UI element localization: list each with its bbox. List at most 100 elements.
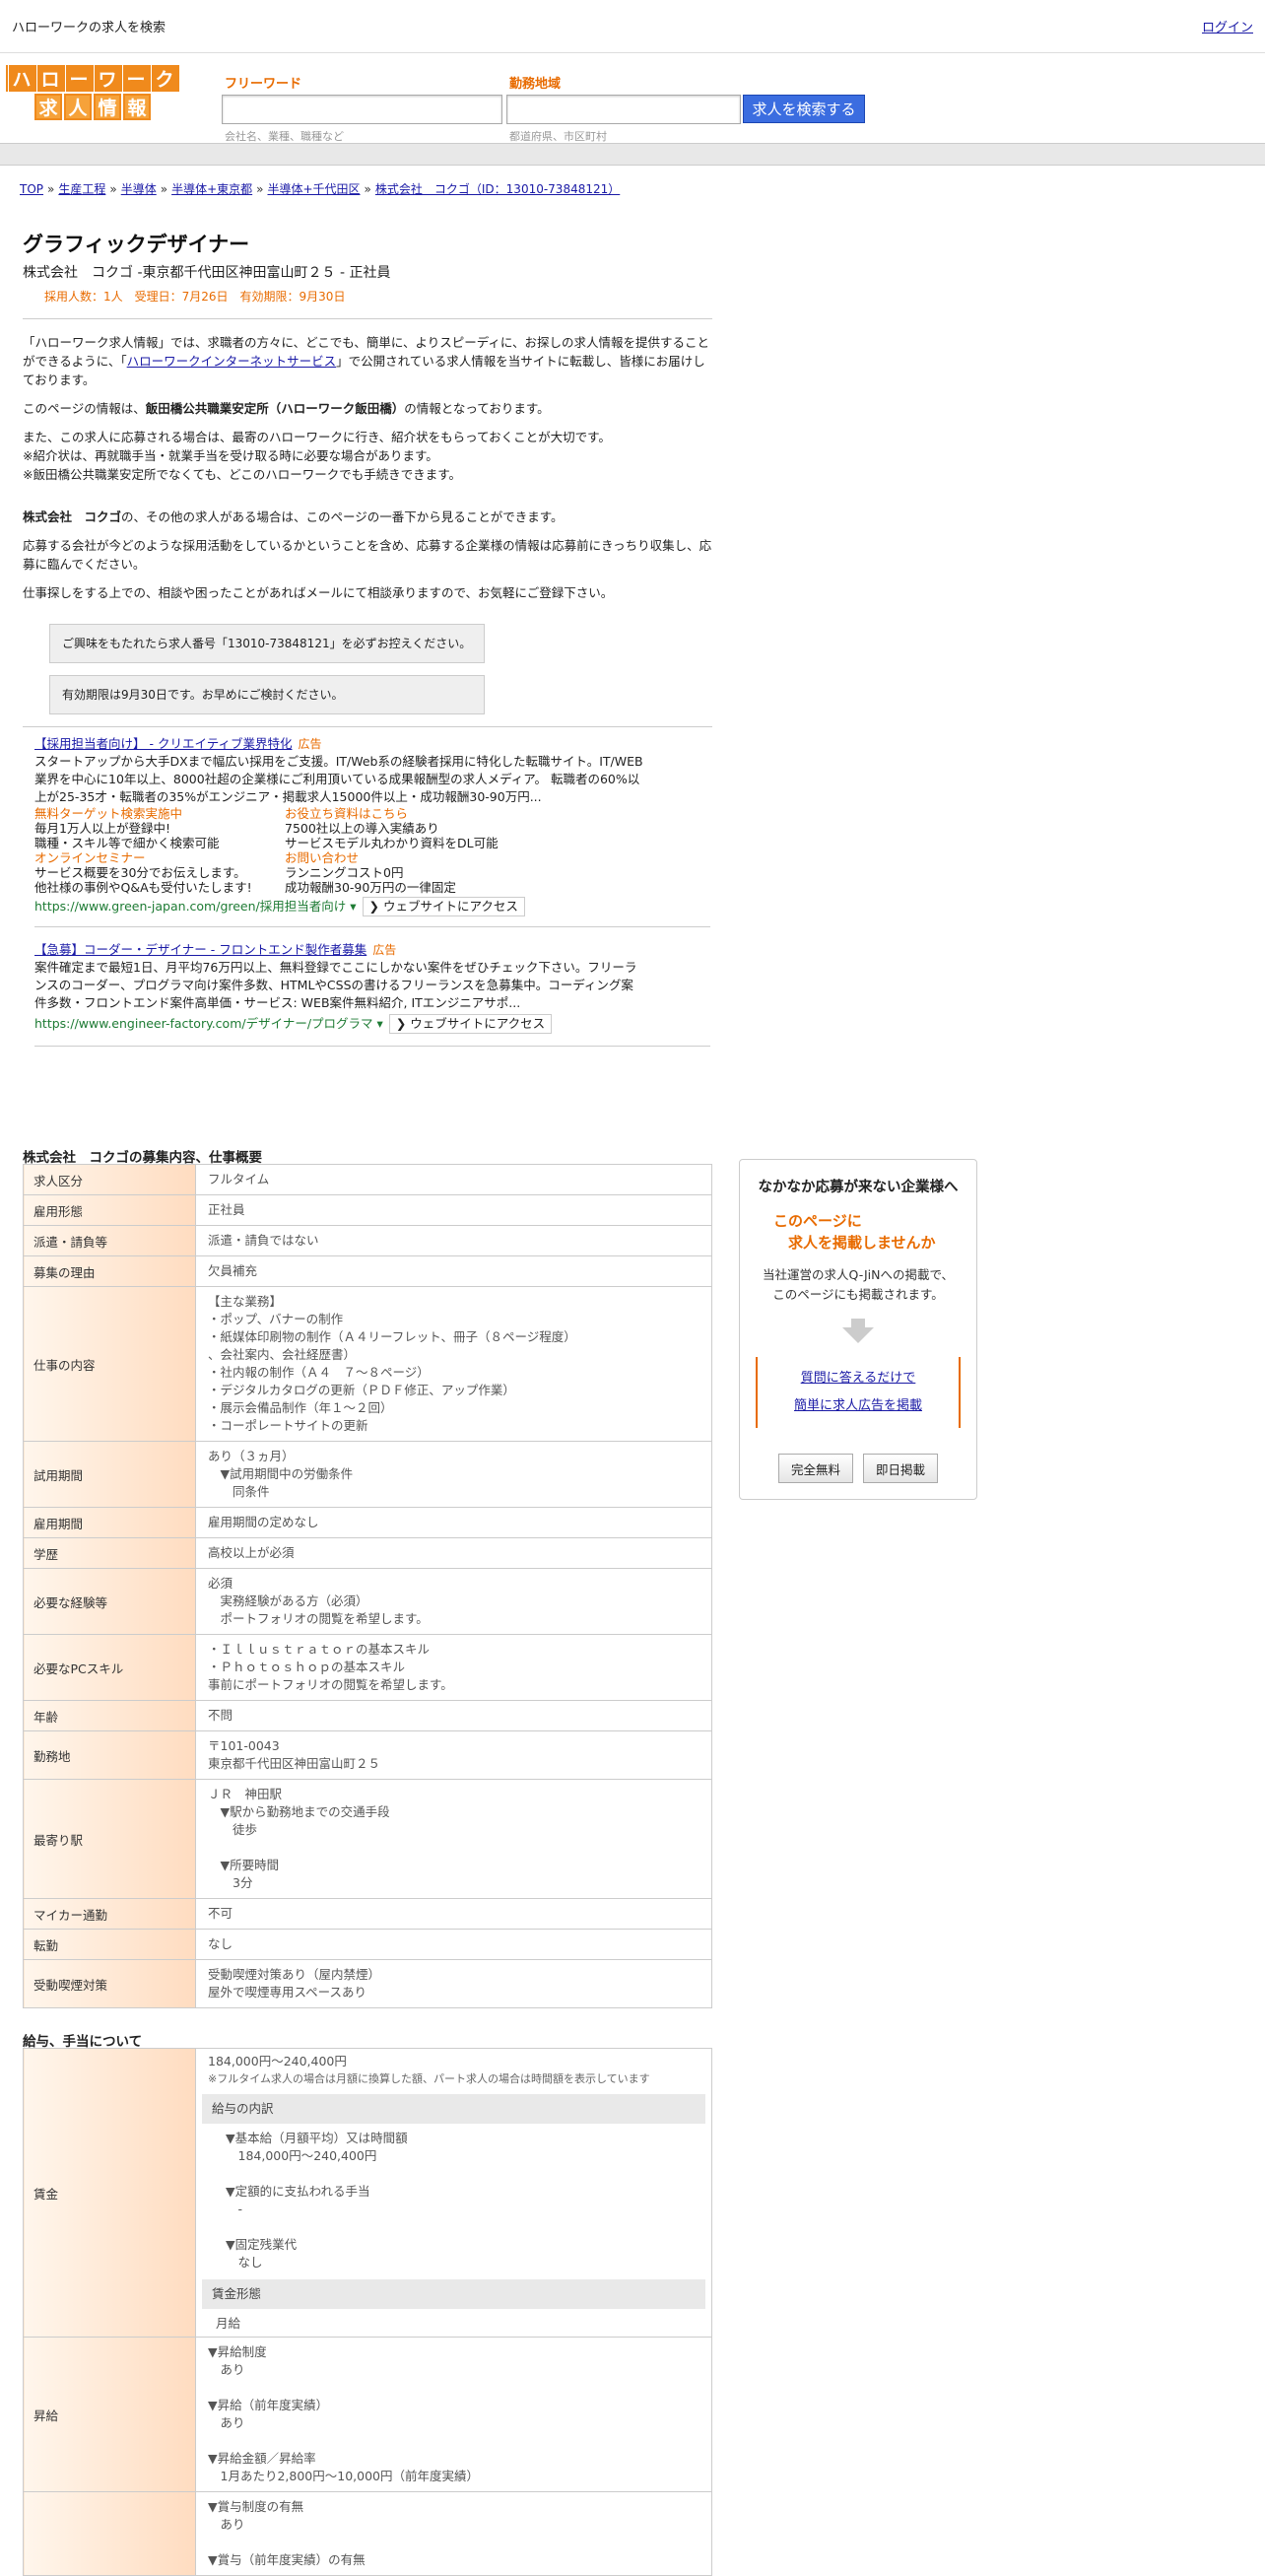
intro-text: の、その他の求人がある場合は、このページの一番下から見ることができます。	[121, 509, 564, 524]
logo-char: 報	[123, 94, 151, 120]
table-row: 賃金 184,000円〜240,400円 ※フルタイム求人の場合は月額に換算した…	[23, 2048, 712, 2338]
breadcrumb-separator: »	[364, 182, 371, 196]
row-value: 【主な業務】 ・ポップ、バナーの制作 ・紙媒体印刷物の制作（Ａ４リーフレット、冊…	[195, 1286, 712, 1442]
row-header: 最寄り駅	[23, 1779, 196, 1899]
keyword-label: フリーワード	[225, 77, 302, 92]
salary-section-title: 給与、手当について	[23, 2034, 143, 2050]
breadcrumb-city[interactable]: 半導体+千代田区	[267, 182, 360, 196]
ad-sitelink[interactable]: お問い合わせ ランニングコスト0円 成功報酬30-90万円の一律固定	[285, 850, 541, 895]
visit-website-button[interactable]: ❯ ウェブサイトにアクセス	[388, 1014, 553, 1034]
row-header: 募集の理由	[23, 1255, 196, 1287]
row-value: 高校以上が必須	[195, 1537, 712, 1569]
source-paragraph: このページの情報は、飯田橋公共職業安定所（ハローワーク飯田橋）の情報となっており…	[23, 399, 712, 418]
ad-sitelink-text: 7500社以上の導入実績あり サービスモデル丸わかり資料をDL可能	[285, 821, 499, 850]
table-row: 必要なPCスキル ・Ｉｌｌｕｓｔｒａｔｏｒの基本スキル ・Ｐｈｏｔｏｓｈｏｐの基本…	[23, 1634, 712, 1701]
ad-sitelink-title[interactable]: オンラインセミナー	[34, 850, 285, 865]
site-title: ハローワークの求人を検索	[12, 21, 166, 35]
ad-description: 案件確定まで最短1日、月平均76万円以上、無料登録でここにしかない案件をぜひチェ…	[34, 960, 637, 1010]
breadcrumb-subcategory[interactable]: 半導体	[121, 182, 157, 196]
logo-char: ロ	[36, 65, 63, 92]
sidebox-link-question[interactable]: 質問に答えるだけで	[801, 1371, 916, 1386]
job-number-box: ご興味をもたれたら求人番号「13010-73848121」を必ずお控えください。	[49, 624, 485, 663]
row-header: 求人区分	[23, 1164, 196, 1195]
ad-sitelink[interactable]: オンラインセミナー サービス概要を30分でお伝えします。 他社様の事例やQ&Aも受…	[34, 850, 285, 895]
table-row: 仕事の内容 【主な業務】 ・ポップ、バナーの制作 ・紙媒体印刷物の制作（Ａ４リーフ…	[23, 1286, 712, 1442]
breakdown-text: ▼基本給（月額平均）又は時間額 184,000円〜240,400円 ▼定額的に支…	[226, 2131, 408, 2270]
row-value: 不問	[195, 1700, 712, 1731]
office-name: 飯田橋公共職業安定所（ハローワーク飯田橋）	[145, 401, 405, 416]
breadcrumb: TOP» 生産工程» 半導体» 半導体+東京都» 半導体+千代田区» 株式会社 コクゴ（I…	[20, 180, 620, 197]
same-day-button[interactable]: 即日掲載	[863, 1454, 939, 1483]
consult-paragraph: 仕事探しをする上での、相談や困ったことがあればメールにて相談承りますので、お気軽…	[23, 585, 614, 600]
ad-url-row: https://www.engineer-factory.com/デザイナー/プ…	[34, 1014, 724, 1034]
table-row: 転勤 なし	[23, 1929, 712, 1960]
breadcrumb-separator: »	[256, 182, 264, 196]
row-value: ＪＲ 神田駅 ▼駅から勤務地までの交通手段 徒歩 ▼所要時間 3分	[195, 1779, 712, 1899]
ad-sitelink-title[interactable]: 無料ターゲット検索実施中	[34, 806, 285, 821]
row-header: 派遣・請負等	[23, 1225, 196, 1256]
apply-paragraph: 応募する会社が今どのような採用活動をしているかということを含め、応募する企業様の…	[23, 538, 712, 572]
ad-url[interactable]: https://www.green-japan.com/green/採用担当者向…	[34, 898, 357, 915]
ad-title-row: 【急募】コーダー・デザイナー - フロントエンド製作者募集 広告	[34, 941, 724, 959]
breadcrumb-prefecture[interactable]: 半導体+東京都	[171, 182, 252, 196]
table-row: ▼賞与制度の有無 あり ▼賞与（前年度実績）の有無	[23, 2491, 712, 2576]
breadcrumb-category[interactable]: 生産工程	[58, 182, 105, 196]
breadcrumb-top[interactable]: TOP	[20, 182, 43, 196]
job-meta: 採用人数：1人 受理日：7月26日 有効期限：9月30日	[44, 290, 346, 304]
ad-tag: 広告	[372, 943, 397, 957]
ad-url-row: https://www.green-japan.com/green/採用担当者向…	[34, 897, 724, 916]
ad-sitelink[interactable]: 無料ターゲット検索実施中 毎月1万人以上が登録中! 職種・スキル等で細かく検索可能	[34, 806, 285, 850]
keyword-input[interactable]	[222, 95, 502, 124]
row-header: マイカー通勤	[23, 1898, 196, 1930]
search-button[interactable]: 求人を検索する	[743, 95, 865, 123]
row-header: 勤務地	[23, 1730, 196, 1780]
sidebox-title: なかなか応募が来ない企業様へ	[758, 1180, 959, 1195]
intro-text: このページの情報は、	[23, 401, 146, 416]
row-header: 雇用期間	[23, 1507, 196, 1538]
logo-char: ー	[65, 65, 92, 92]
sidebox-link-post[interactable]: 簡単に求人広告を掲載	[794, 1398, 922, 1413]
hellowork-logo[interactable]: ハ ロ ー ワ ー ク 求 人 情 報	[6, 65, 179, 120]
company-name: 株式会社 コクゴ	[23, 509, 122, 524]
breadcrumb-separator: »	[109, 182, 117, 196]
table-row: 昇給 ▼昇給制度 あり ▼昇給（前年度実績） あり ▼昇給金額／昇給率 1月あた…	[23, 2337, 712, 2492]
ad-sitelink-title[interactable]: お問い合わせ	[285, 850, 541, 865]
ad-block-1: 【採用担当者向け】 - クリエイティブ業界特化 広告 スタートアップから大手DXま…	[34, 735, 724, 916]
area-input[interactable]	[506, 95, 741, 124]
row-value: ・Ｉｌｌｕｓｔｒａｔｏｒの基本スキル ・Ｐｈｏｔｏｓｈｏｐの基本スキル 事前にポ…	[195, 1634, 712, 1701]
breadcrumb-company[interactable]: 株式会社 コクゴ（ID：13010-73848121）	[375, 182, 620, 196]
intro-paragraph: 「ハローワーク求人情報」では、求職者の方々に、どこでも、簡単に、よりスピーディに…	[23, 333, 712, 389]
ad-title-link[interactable]: 【急募】コーダー・デザイナー - フロントエンド製作者募集	[34, 942, 366, 957]
table-row: 最寄り駅 ＪＲ 神田駅 ▼駅から勤務地までの交通手段 徒歩 ▼所要時間 3分	[23, 1779, 712, 1899]
login-link[interactable]: ログイン	[1202, 17, 1253, 35]
logo-char: 情	[94, 94, 121, 120]
logo-char: 求	[34, 94, 62, 120]
table-row: 雇用形態 正社員	[23, 1194, 712, 1226]
ad-tag: 広告	[298, 737, 322, 751]
row-value: なし	[195, 1929, 712, 1960]
ad-sitelink[interactable]: お役立ち資料はこちら 7500社以上の導入実績あり サービスモデル丸わかり資料をD…	[285, 806, 541, 850]
form-text: 月給	[216, 2316, 241, 2331]
wage-note: ※フルタイム求人の場合は月額に換算した額、パート求人の場合は時間額を表示していま…	[208, 2072, 650, 2085]
ad-sitelink-title[interactable]: お役立ち資料はこちら	[285, 806, 541, 821]
free-button[interactable]: 完全無料	[777, 1454, 853, 1483]
ad-sitelinks: 無料ターゲット検索実施中 毎月1万人以上が登録中! 職種・スキル等で細かく検索可能…	[34, 806, 724, 895]
referral-paragraph: また、この求人に応募される場合は、最寄のハローワークに行き、紹介状をもらっておく…	[23, 430, 611, 482]
logo-char: ー	[122, 65, 149, 92]
hellowork-internet-link[interactable]: ハローワークインターネットサービス	[127, 354, 337, 369]
table-row: 年齢 不問	[23, 1700, 712, 1731]
table-row: 募集の理由 欠員補充	[23, 1255, 712, 1287]
logo-char: ク	[151, 65, 177, 92]
row-value: 不可	[195, 1898, 712, 1930]
ad-title-link[interactable]: 【採用担当者向け】 - クリエイティブ業界特化	[34, 736, 292, 751]
row-value: フルタイム	[195, 1164, 712, 1195]
salary-table-body: 賃金 184,000円〜240,400円 ※フルタイム求人の場合は月額に換算した…	[23, 2048, 712, 2576]
row-value: 派遣・請負ではない	[195, 1225, 712, 1256]
ad-url[interactable]: https://www.engineer-factory.com/デザイナー/プ…	[34, 1015, 383, 1033]
row-value: 正社員	[195, 1194, 712, 1226]
salary-table: 賃金 184,000円〜240,400円 ※フルタイム求人の場合は月額に換算した…	[23, 2048, 712, 2576]
advertise-sidebox: なかなか応募が来ない企業様へ このページに 求人を掲載しませんか 当社運営の求人…	[739, 1159, 977, 1500]
visit-website-button[interactable]: ❯ ウェブサイトにアクセス	[362, 897, 525, 916]
sidebox-description: 当社運営の求人Q-JiNへの掲載で、 このページにも掲載されます。	[763, 1267, 954, 1302]
breadcrumb-separator: »	[160, 182, 168, 196]
